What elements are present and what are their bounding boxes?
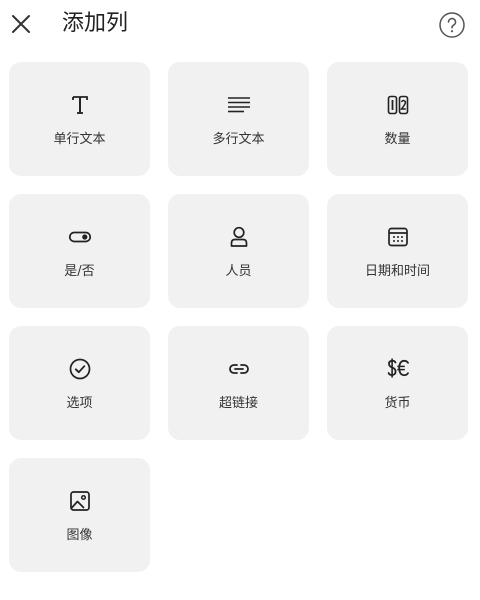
tile-label: 选项 — [66, 396, 93, 411]
tile-label: 人员 — [225, 264, 252, 279]
column-type-yes-no[interactable]: 是/否 — [9, 194, 150, 308]
tile-label: 是/否 — [64, 264, 95, 279]
tile-label: 货币 — [384, 396, 411, 411]
column-type-number[interactable]: 数量 — [327, 62, 468, 176]
column-type-single-line-text[interactable]: 单行文本 — [9, 62, 150, 176]
text-T-icon — [67, 92, 93, 118]
tile-label: 多行文本 — [212, 132, 265, 147]
tile-label: 单行文本 — [53, 132, 106, 147]
multiline-text-icon — [226, 92, 252, 118]
close-icon — [12, 15, 30, 33]
column-type-hyperlink[interactable]: 超链接 — [168, 326, 309, 440]
calendar-icon — [385, 224, 411, 250]
check-circle-icon — [67, 356, 93, 382]
tile-label: 日期和时间 — [364, 264, 430, 279]
header: 添加列 — [0, 0, 480, 50]
toggle-icon — [67, 224, 93, 250]
tile-label: 图像 — [66, 528, 93, 543]
link-icon — [226, 356, 252, 382]
column-type-date-time[interactable]: 日期和时间 — [327, 194, 468, 308]
image-icon — [67, 488, 93, 514]
column-type-grid: 单行文本 多行文本 数量 是/否 人员 日期和时间 选项 超链接 货币 图像 — [9, 62, 468, 572]
currency-icon — [385, 356, 411, 382]
column-type-image[interactable]: 图像 — [9, 458, 150, 572]
column-type-currency[interactable]: 货币 — [327, 326, 468, 440]
tile-label: 数量 — [384, 132, 411, 147]
help-icon — [439, 12, 465, 38]
person-icon — [226, 224, 252, 250]
column-type-person[interactable]: 人员 — [168, 194, 309, 308]
page-title: 添加列 — [62, 11, 129, 36]
tile-label: 超链接 — [218, 396, 258, 411]
number-icon — [385, 92, 411, 118]
column-type-multi-line-text[interactable]: 多行文本 — [168, 62, 309, 176]
help-button[interactable] — [438, 11, 466, 39]
close-button[interactable] — [6, 9, 36, 39]
column-type-choice[interactable]: 选项 — [9, 326, 150, 440]
